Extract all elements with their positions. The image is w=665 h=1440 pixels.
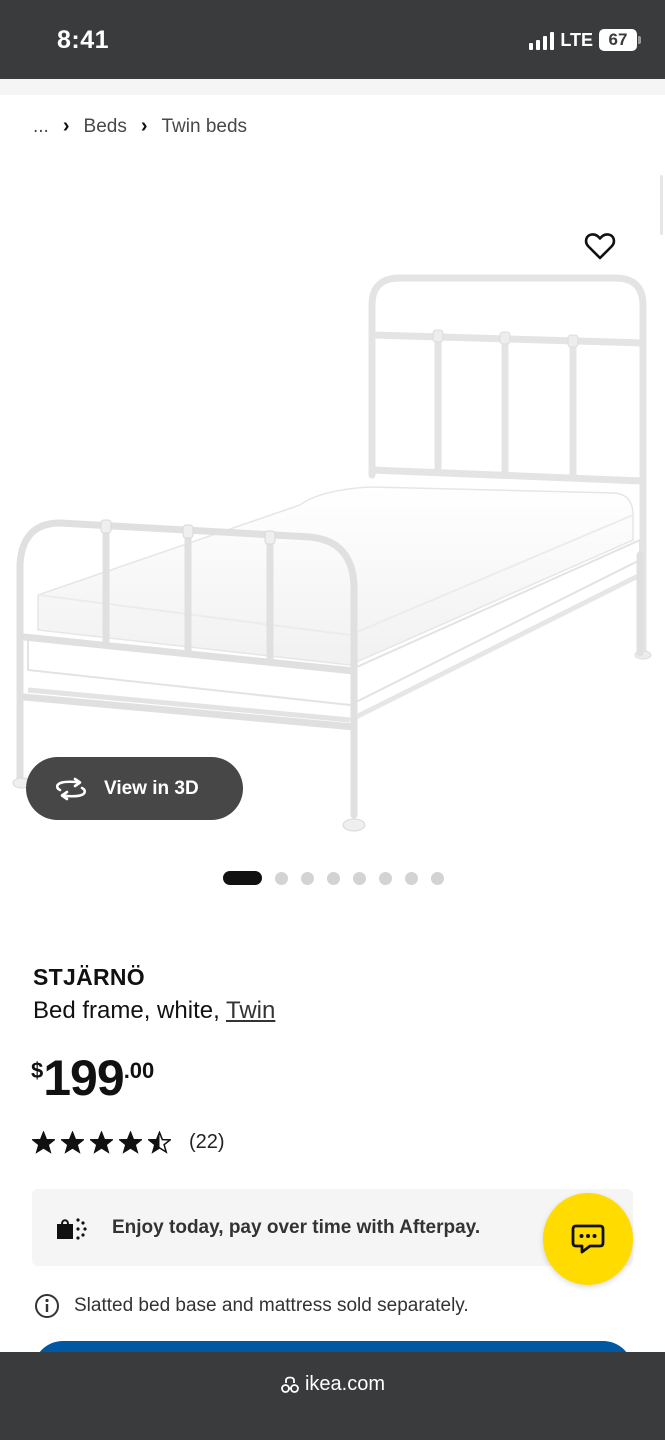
afterpay-banner[interactable]: Enjoy today, pay over time with Afterpay…	[32, 1189, 633, 1266]
carousel-dot[interactable]	[379, 871, 392, 885]
price-decimal: .00	[123, 1058, 155, 1083]
battery-icon: 67	[599, 29, 641, 51]
product-image[interactable]	[0, 175, 665, 855]
carousel-dot[interactable]	[301, 871, 314, 885]
bed-frame-illustration	[12, 274, 652, 832]
chevron-right-icon: ›	[140, 115, 148, 137]
view-in-3d-label: View in 3D	[104, 777, 199, 799]
breadcrumb: ... › Beds › Twin beds	[33, 115, 247, 138]
breadcrumb-ellipsis[interactable]: ...	[33, 116, 49, 138]
url-text: ikea.com	[304, 1373, 386, 1395]
price-currency: $	[31, 1058, 44, 1083]
carousel-dot[interactable]	[327, 871, 340, 885]
favorite-button[interactable]	[580, 226, 620, 266]
product-description-text: Bed frame, white,	[33, 997, 226, 1024]
url-display[interactable]: ikea.com	[280, 1373, 385, 1396]
status-bar: 8:41 LTE 67	[0, 0, 665, 79]
heart-icon	[584, 233, 616, 260]
product-rating[interactable]: (22)	[32, 1131, 225, 1154]
product-description: Bed frame, white, Twin	[33, 997, 275, 1025]
afterpay-text: Enjoy today, pay over time with Afterpay…	[112, 1216, 481, 1238]
carousel-dot[interactable]	[275, 871, 288, 885]
page-top-strip	[0, 79, 665, 95]
site-settings-icon	[281, 1376, 299, 1393]
rating-stars	[32, 1131, 171, 1154]
review-count[interactable]: (22)	[189, 1131, 225, 1154]
price-integer: 199	[43, 1050, 124, 1106]
star-full-icon	[119, 1131, 142, 1154]
size-link[interactable]: Twin	[226, 997, 275, 1024]
star-full-icon	[61, 1131, 84, 1154]
star-full-icon	[32, 1131, 55, 1154]
product-name: STJÄRNÖ	[33, 964, 146, 990]
battery-level: 67	[608, 30, 628, 49]
product-note: Slatted bed base and mattress sold separ…	[34, 1293, 469, 1319]
info-icon	[35, 1294, 59, 1318]
product-note-text: Slatted bed base and mattress sold separ…	[74, 1295, 469, 1316]
page-scrollbar[interactable]	[660, 175, 663, 235]
carousel-dot-active[interactable]	[223, 871, 262, 885]
rotate-3d-icon	[55, 777, 87, 800]
view-in-3d-button[interactable]: View in 3D	[26, 757, 243, 820]
carousel-dot[interactable]	[431, 871, 444, 885]
breadcrumb-item-beds[interactable]: Beds	[84, 116, 127, 138]
status-time: 8:41	[57, 26, 110, 54]
network-label: LTE	[560, 29, 593, 50]
chevron-right-icon: ›	[62, 115, 70, 137]
carousel-dot[interactable]	[405, 871, 418, 885]
status-indicators: LTE 67	[529, 29, 641, 51]
image-carousel-indicator	[223, 871, 444, 885]
afterpay-icon	[57, 1217, 87, 1240]
browser-address-bar[interactable]: ikea.com	[0, 1352, 665, 1440]
chat-icon	[571, 1224, 605, 1254]
carousel-dot[interactable]	[353, 871, 366, 885]
signal-icon	[529, 31, 555, 50]
star-half-icon	[148, 1131, 171, 1154]
star-full-icon	[90, 1131, 113, 1154]
breadcrumb-item-twin-beds[interactable]: Twin beds	[162, 116, 248, 138]
product-price: $ 199 .00	[31, 1050, 154, 1106]
chat-button[interactable]	[543, 1193, 633, 1285]
